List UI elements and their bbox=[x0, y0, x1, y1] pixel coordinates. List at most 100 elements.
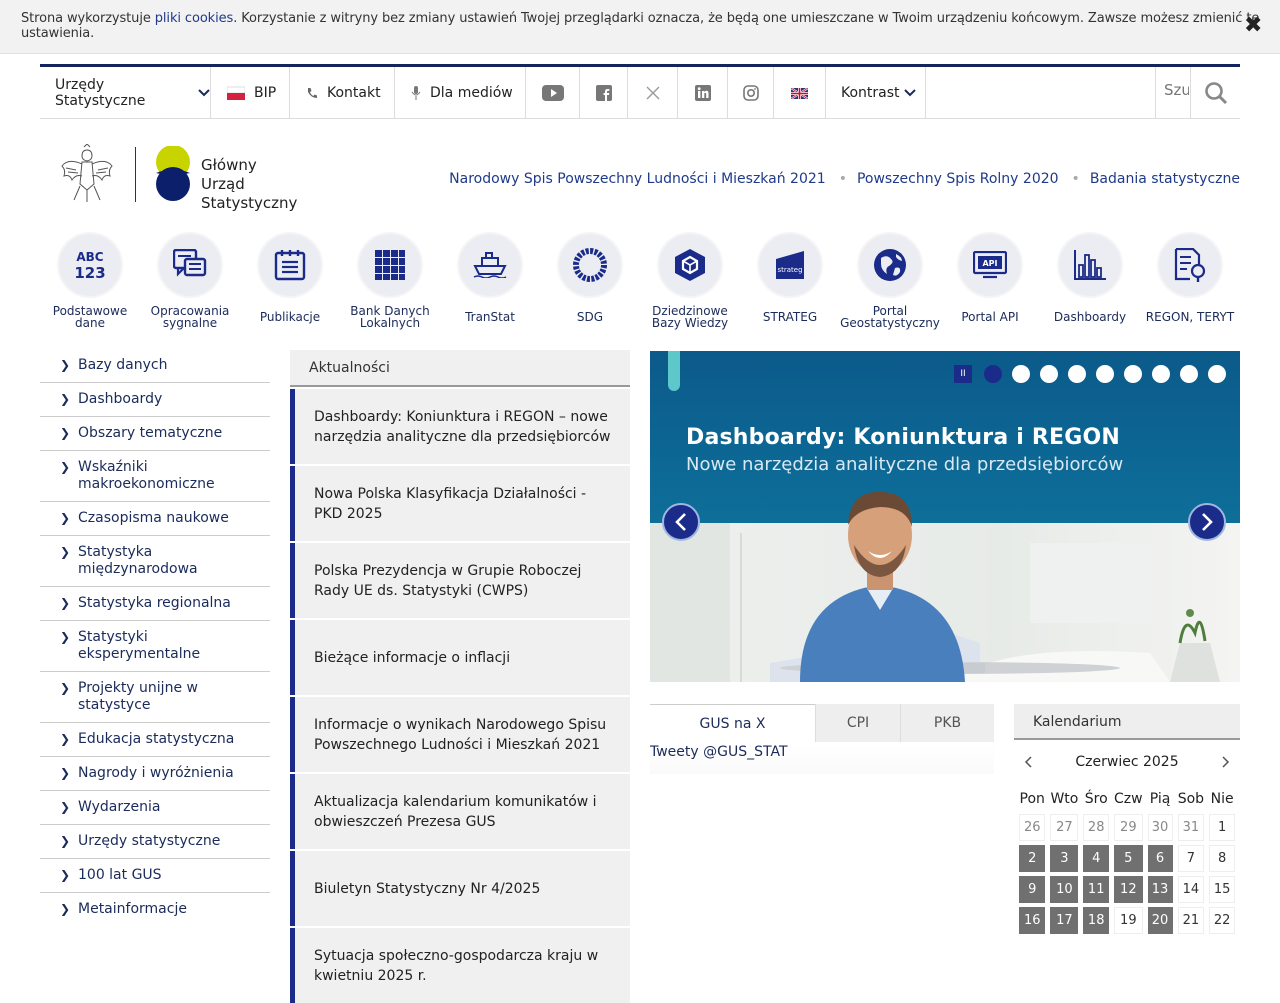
tile-dziedzinowe-bazy-wiedzy[interactable]: Dziedzinowe Bazy Wiedzy bbox=[640, 230, 740, 330]
nav-wskazniki-makroekonomiczne[interactable]: ❯ Wskaźniki makroekonomiczne bbox=[40, 450, 270, 501]
calendar-day-event[interactable]: 18 bbox=[1083, 907, 1110, 934]
slide-dot[interactable] bbox=[1124, 365, 1142, 383]
calendar-month-nav: Czerwiec 2025 bbox=[1014, 740, 1240, 784]
bip-link[interactable]: BIP bbox=[211, 67, 290, 119]
nav-bazy-danych[interactable]: ❯ Bazy danych bbox=[40, 349, 270, 382]
nav-statystyka-miedzynarodowa[interactable]: ❯ Statystyka międzynarodowa bbox=[40, 535, 270, 586]
nav-dashboardy[interactable]: ❯ Dashboardy bbox=[40, 382, 270, 416]
tile-portal-api[interactable]: API Portal API bbox=[940, 230, 1040, 330]
search-button[interactable] bbox=[1190, 67, 1240, 119]
chevron-right-icon[interactable] bbox=[1222, 756, 1230, 768]
calendar-day-event[interactable]: 4 bbox=[1083, 845, 1110, 872]
slide-subtitle: Nowe narzędzia analityczne dla przedsięb… bbox=[686, 454, 1124, 475]
nav-wydarzenia[interactable]: ❯ Wydarzenia bbox=[40, 790, 270, 824]
slide-dot[interactable] bbox=[1152, 365, 1170, 383]
chevron-right-icon bbox=[1200, 512, 1214, 532]
youtube-icon[interactable] bbox=[526, 67, 580, 119]
tile-bank-danych-lokalnych[interactable]: Bank Danych Lokalnych bbox=[340, 230, 440, 330]
contrast-dropdown[interactable]: Kontrast bbox=[826, 67, 926, 119]
calendar-day-event[interactable]: 20 bbox=[1147, 907, 1173, 934]
tab-gus-na-x[interactable]: GUS na X bbox=[650, 704, 815, 742]
linkedin-icon[interactable] bbox=[678, 67, 728, 119]
document-search-icon bbox=[1157, 232, 1223, 298]
slide-dot[interactable] bbox=[1012, 365, 1030, 383]
calendar-day-event[interactable]: 13 bbox=[1147, 876, 1173, 903]
calendar-day: 27 bbox=[1050, 814, 1079, 841]
calendar-day: 29 bbox=[1114, 814, 1143, 841]
calendar-day-event[interactable]: 5 bbox=[1114, 845, 1143, 872]
pause-icon[interactable]: II bbox=[954, 365, 972, 383]
slide-dot[interactable] bbox=[1040, 365, 1058, 383]
instagram-icon[interactable] bbox=[728, 67, 774, 119]
calendar-day-event[interactable]: 17 bbox=[1050, 907, 1079, 934]
tile-opracowania-sygnalne[interactable]: Opracowania sygnalne bbox=[140, 230, 240, 330]
media-link[interactable]: Dla mediów bbox=[395, 67, 526, 119]
x-twitter-icon[interactable] bbox=[628, 67, 678, 119]
tile-sdg[interactable]: SDG bbox=[540, 230, 640, 330]
nav-metainformacje[interactable]: ❯ Metainformacje bbox=[40, 892, 270, 926]
calendar-day-event[interactable]: 9 bbox=[1019, 876, 1046, 903]
nav-czasopisma-naukowe[interactable]: ❯ Czasopisma naukowe bbox=[40, 501, 270, 535]
calendar-day: 31 bbox=[1177, 814, 1205, 841]
cookie-link[interactable]: pliki cookies bbox=[155, 11, 234, 26]
news-item[interactable]: Informacje o wynikach Narodowego Spisu P… bbox=[290, 697, 630, 772]
news-item[interactable]: Nowa Polska Klasyfikacja Działalności - … bbox=[290, 466, 630, 541]
calendar-day-event[interactable]: 12 bbox=[1114, 876, 1143, 903]
english-flag-icon[interactable] bbox=[774, 67, 826, 119]
nav-obszary-tematyczne[interactable]: ❯ Obszary tematyczne bbox=[40, 416, 270, 450]
hero-slider[interactable]: Dashboardy: Koniunktura i REGON Nowe nar… bbox=[650, 351, 1240, 682]
nav-projekty-unijne[interactable]: ❯ Projekty unijne w statystyce bbox=[40, 671, 270, 722]
tile-transtat[interactable]: TranStat bbox=[440, 230, 540, 330]
bar-chart-icon bbox=[1057, 232, 1123, 298]
svg-text:API: API bbox=[982, 259, 997, 268]
calendar-day: 19 bbox=[1114, 907, 1143, 934]
tweets-link[interactable]: Tweety @GUS_STAT bbox=[650, 744, 994, 774]
calendar-day-event[interactable]: 10 bbox=[1050, 876, 1079, 903]
news-item[interactable]: Dashboardy: Koniunktura i REGON – nowe n… bbox=[290, 389, 630, 464]
chevron-right-icon: ❯ bbox=[60, 511, 71, 525]
tile-publikacje[interactable]: Publikacje bbox=[240, 230, 340, 330]
tile-podstawowe-dane[interactable]: ABC 123 Podstawowe dane bbox=[40, 230, 140, 330]
close-icon[interactable]: ✖ bbox=[1244, 14, 1262, 38]
day-header: Czw bbox=[1114, 791, 1143, 807]
slider-next-button[interactable] bbox=[1188, 503, 1226, 541]
chevron-left-icon[interactable] bbox=[1024, 756, 1032, 768]
calendar-day-event[interactable]: 11 bbox=[1083, 876, 1110, 903]
calendar-day-event[interactable]: 2 bbox=[1019, 845, 1046, 872]
news-item[interactable]: Sytuacja społeczno-gospodarcza kraju w k… bbox=[290, 928, 630, 1003]
tile-portal-geostatystyczny[interactable]: Portal Geostatystyczny bbox=[840, 230, 940, 330]
slide-dot[interactable] bbox=[1068, 365, 1086, 383]
nav-100-lat-gus[interactable]: ❯ 100 lat GUS bbox=[40, 858, 270, 892]
news-item[interactable]: Aktualizacja kalendarium komunikatów i o… bbox=[290, 774, 630, 849]
search-input[interactable] bbox=[1164, 81, 1189, 99]
nav-edukacja-statystyczna[interactable]: ❯ Edukacja statystyczna bbox=[40, 722, 270, 756]
slide-dot[interactable] bbox=[1180, 365, 1198, 383]
link-nsp-2021[interactable]: Narodowy Spis Powszechny Ludności i Mies… bbox=[449, 171, 826, 187]
contact-link[interactable]: Kontakt bbox=[290, 67, 395, 119]
tab-cpi[interactable]: CPI bbox=[815, 704, 900, 742]
news-item[interactable]: Polska Prezydencja w Grupie Roboczej Rad… bbox=[290, 543, 630, 618]
tab-pkb[interactable]: PKB bbox=[900, 704, 994, 742]
nav-statystyka-regionalna[interactable]: ❯ Statystyka regionalna bbox=[40, 586, 270, 620]
slider-prev-button[interactable] bbox=[662, 503, 700, 541]
tile-dashboardy[interactable]: Dashboardy bbox=[1040, 230, 1140, 330]
link-badania[interactable]: Badania statystyczne bbox=[1090, 171, 1240, 187]
news-item[interactable]: Biuletyn Statystyczny Nr 4/2025 bbox=[290, 851, 630, 926]
news-item[interactable]: Bieżące informacje o inflacji bbox=[290, 620, 630, 695]
facebook-icon[interactable] bbox=[580, 67, 628, 119]
tile-regon-teryt[interactable]: REGON, TERYT bbox=[1140, 230, 1240, 330]
slide-dot[interactable] bbox=[1208, 365, 1226, 383]
nav-urzedy-statystyczne[interactable]: ❯ Urzędy statystyczne bbox=[40, 824, 270, 858]
link-psr-2020[interactable]: Powszechny Spis Rolny 2020 bbox=[857, 171, 1059, 187]
calendar-day-event[interactable]: 6 bbox=[1147, 845, 1173, 872]
tile-strateg[interactable]: strateg STRATEG bbox=[740, 230, 840, 330]
calendar-day-event[interactable]: 16 bbox=[1019, 907, 1046, 934]
offices-dropdown[interactable]: Urzędy Statystyczne bbox=[40, 67, 211, 119]
calendar-day-event[interactable]: 3 bbox=[1050, 845, 1079, 872]
nav-statystyki-eksperymentalne[interactable]: ❯ Statystyki eksperymentalne bbox=[40, 620, 270, 671]
slide-dot[interactable] bbox=[984, 365, 1002, 383]
chevron-right-icon: ❯ bbox=[60, 766, 71, 780]
gus-logo[interactable]: Główny Urząd Statystyczny bbox=[60, 143, 340, 212]
nav-nagrody[interactable]: ❯ Nagrody i wyróżnienia bbox=[40, 756, 270, 790]
slide-dot[interactable] bbox=[1096, 365, 1114, 383]
